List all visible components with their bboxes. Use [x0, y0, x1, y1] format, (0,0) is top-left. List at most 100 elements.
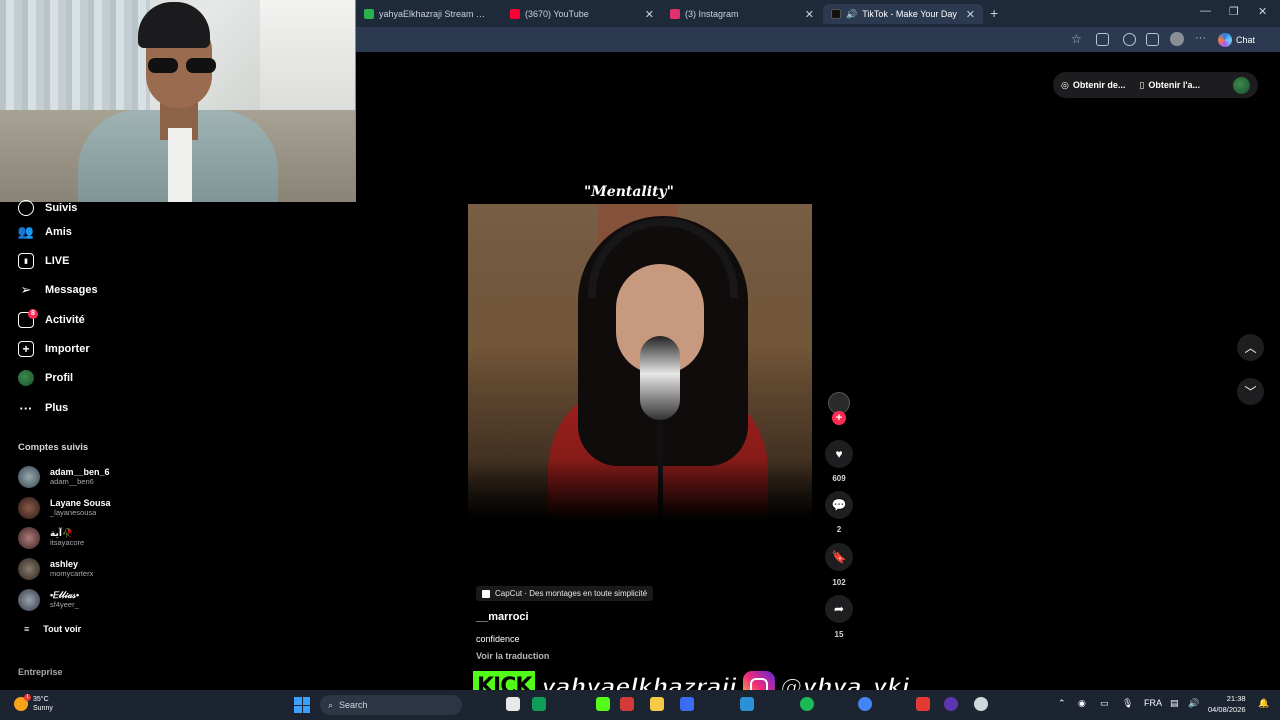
- get-app-button[interactable]: ▯ Obtenir l'a...: [1139, 80, 1200, 91]
- volume-icon[interactable]: 🔊: [1188, 698, 1199, 709]
- tab-kick[interactable]: yahyaElkhazraji Stream - Watch Li: [356, 4, 496, 24]
- like-button[interactable]: ♥: [825, 440, 853, 468]
- video-author[interactable]: __marroci: [476, 611, 529, 623]
- search-placeholder: Search: [339, 700, 368, 710]
- speaker-icon[interactable]: 🔊: [846, 9, 857, 20]
- get-coins-label: Obtenir de...: [1072, 80, 1126, 90]
- taskbar-clock[interactable]: 21:38 04/08/2026: [1208, 693, 1246, 715]
- windows-start-icon[interactable]: [294, 697, 310, 713]
- microphone-icon[interactable]: 🎙: [1122, 698, 1133, 709]
- collections-icon[interactable]: [1146, 33, 1159, 46]
- phone-icon: ▯: [1139, 79, 1145, 90]
- tab-instagram[interactable]: (3) Instagram ✕: [662, 4, 822, 24]
- copilot-button[interactable]: Chat: [1218, 32, 1255, 47]
- windows-taskbar: 1 35°C Sunny ⌕ Search ⌃ ◉ ▭ 🎙 FRA ▤ 🔊 21…: [0, 690, 1280, 720]
- see-translation-link[interactable]: Voir la traduction: [476, 651, 549, 661]
- restore-icon[interactable]: ❐: [1229, 5, 1239, 18]
- tab-label: (3670) YouTube: [525, 9, 589, 19]
- folder-icon[interactable]: [650, 697, 664, 711]
- spotify-icon[interactable]: [800, 697, 814, 711]
- network-icon[interactable]: ▤: [1170, 698, 1179, 709]
- account-name: ashley: [50, 559, 79, 569]
- browser-essentials-icon[interactable]: [1123, 33, 1136, 46]
- user-avatar[interactable]: [1233, 76, 1250, 94]
- app-icon[interactable]: [596, 697, 610, 711]
- get-app-label: Obtenir l'a...: [1148, 80, 1200, 90]
- tab-label: (3) Instagram: [685, 9, 739, 19]
- capcut-icon: [482, 589, 490, 598]
- minimize-icon[interactable]: —: [1200, 5, 1211, 17]
- followed-account[interactable]: •𝐸𝓁𝓁𝒾𝒶𝓈• sf4yeer_: [18, 587, 79, 613]
- new-tab-icon[interactable]: +: [990, 5, 998, 21]
- account-name: •𝐸𝓁𝓁𝒾𝒶𝓈•: [50, 590, 80, 600]
- share-count: 15: [834, 630, 844, 639]
- followed-account[interactable]: آية🥀 itsayacore: [18, 525, 84, 551]
- notifications-icon[interactable]: 🔔: [1258, 698, 1269, 709]
- app-icon[interactable]: [680, 697, 694, 711]
- weather-widget[interactable]: 1 35°C Sunny: [14, 694, 53, 713]
- time: 21:38: [1226, 694, 1246, 703]
- file-explorer-icon[interactable]: [506, 697, 520, 711]
- sidebar-item-profile[interactable]: Profil: [18, 368, 73, 388]
- app-icon[interactable]: [532, 697, 546, 711]
- sidebar-item-messages[interactable]: ➢ Messages: [18, 280, 98, 300]
- app-icon[interactable]: [620, 697, 634, 711]
- tray-app-icon[interactable]: ▭: [1100, 698, 1109, 709]
- more-icon: ···: [19, 400, 33, 416]
- sidebar-item-label: Profil: [45, 372, 74, 384]
- followed-account[interactable]: ashley momycarterx: [18, 556, 93, 582]
- followed-account[interactable]: adam__ben_6 adam__ben6: [18, 464, 110, 490]
- comment-count: 2: [836, 525, 842, 534]
- sidebar-item-upload[interactable]: + Importer: [18, 339, 90, 359]
- share-button[interactable]: ➦: [825, 595, 853, 623]
- next-video-button[interactable]: ﹀: [1237, 378, 1264, 405]
- account-handle: momycarterx: [50, 569, 94, 578]
- get-coins-button[interactable]: ◎ Obtenir de...: [1061, 80, 1125, 91]
- tray-app-icon[interactable]: ◉: [1078, 698, 1086, 709]
- search-icon: ⌕: [328, 699, 334, 710]
- avatar: [18, 589, 40, 611]
- sidebar-item-label: Importer: [45, 343, 90, 355]
- close-tab-icon[interactable]: ✕: [645, 8, 654, 21]
- footer-link-entreprise[interactable]: Entreprise: [18, 667, 63, 677]
- save-button[interactable]: 🔖: [825, 543, 853, 571]
- tab-youtube[interactable]: (3670) YouTube ✕: [502, 4, 662, 24]
- sidebar-item-activity[interactable]: 8 Activité: [18, 309, 85, 330]
- more-options-icon[interactable]: ···: [1195, 32, 1208, 45]
- previous-video-button[interactable]: ︿: [1237, 334, 1264, 361]
- profile-avatar-icon[interactable]: [1170, 32, 1184, 46]
- app-icon[interactable]: [944, 697, 958, 711]
- taskbar-search[interactable]: ⌕ Search: [320, 695, 462, 715]
- extensions-icon[interactable]: [1096, 33, 1109, 46]
- capcut-tag[interactable]: CapCut · Des montages en toute simplicit…: [476, 586, 654, 601]
- sidebar-item-more[interactable]: ··· Plus: [18, 398, 69, 418]
- sidebar-item-label: Messages: [45, 284, 98, 296]
- sidebar-item-following[interactable]: Suivis: [18, 198, 77, 218]
- chevron-up-icon: ︿: [1244, 341, 1257, 355]
- language-indicator[interactable]: FRA: [1144, 698, 1162, 708]
- close-window-icon[interactable]: ✕: [1258, 5, 1267, 18]
- video-player[interactable]: [468, 204, 812, 520]
- chrome-icon[interactable]: [858, 697, 872, 711]
- edge-icon[interactable]: [740, 697, 754, 711]
- app-icon[interactable]: [974, 697, 988, 711]
- messages-icon: ➢: [20, 282, 32, 297]
- comment-button[interactable]: 💬: [825, 491, 853, 519]
- app-icon[interactable]: [916, 697, 930, 711]
- temperature: 35°C: [33, 696, 49, 703]
- tab-tiktok[interactable]: 🔊 TikTok - Make Your Day ✕: [823, 4, 983, 24]
- video-fade: [468, 460, 812, 520]
- follow-plus-icon[interactable]: +: [832, 411, 846, 425]
- copilot-icon: [1218, 32, 1232, 47]
- chevron-down-icon: ﹀: [1244, 385, 1257, 399]
- sidebar-item-live[interactable]: ▮ LIVE: [18, 251, 69, 271]
- close-tab-icon[interactable]: ✕: [805, 8, 814, 21]
- see-all-link[interactable]: ≡ Tout voir: [24, 624, 81, 634]
- friends-icon: 👥: [17, 224, 35, 239]
- sidebar-item-friends[interactable]: 👥 Amis: [18, 222, 72, 242]
- favorite-star-icon[interactable]: ☆: [1071, 32, 1084, 46]
- followed-account[interactable]: Layane Sousa _layanesousa: [18, 495, 111, 521]
- tray-overflow-icon[interactable]: ⌃: [1058, 698, 1066, 709]
- webcam-overlay: [0, 0, 356, 202]
- close-tab-icon[interactable]: ✕: [966, 8, 975, 21]
